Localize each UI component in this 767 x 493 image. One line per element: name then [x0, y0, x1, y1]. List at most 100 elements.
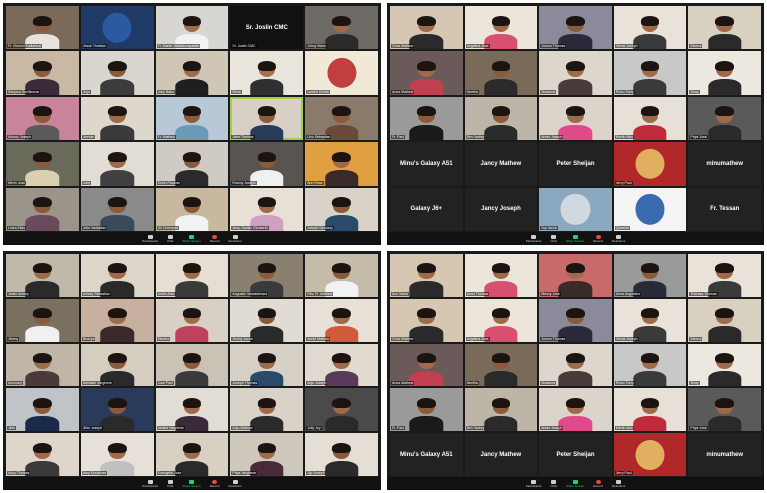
participant-video-tile[interactable]: Fr. Mathew — [155, 96, 229, 141]
participant-video-tile[interactable]: Neha — [230, 51, 304, 95]
record-button[interactable]: Record — [593, 479, 603, 488]
record-button[interactable]: Record — [210, 234, 219, 243]
participant-video-tile[interactable]: Lumen Christi — [305, 51, 378, 95]
participant-video-tile[interactable]: Fr. Paul — [390, 388, 463, 432]
participant-video-tile[interactable]: Susanna — [539, 51, 612, 95]
participant-video-tile[interactable]: Linu Sebastian — [305, 96, 378, 141]
participant-video-tile[interactable]: Johny Manu — [305, 6, 378, 50]
participant-video-tile[interactable]: Annie Mathew — [305, 298, 378, 342]
participant-video-tile[interactable]: Jijo Joseph — [305, 433, 378, 476]
reactions-button[interactable]: Reactions — [228, 234, 242, 243]
participant-video-tile[interactable]: Ashika Varghese — [155, 388, 229, 432]
participant-video-tile[interactable]: Ben Varkey — [464, 388, 538, 432]
participant-video-tile[interactable]: Priya Jose — [688, 96, 761, 141]
participant-video-tile[interactable]: Rinku Tomy — [613, 51, 687, 95]
participant-video-tile[interactable]: Blessy Jose — [539, 254, 612, 297]
participant-video-tile[interactable]: Anna Augustine — [613, 254, 687, 297]
participants-button[interactable]: Participants — [142, 234, 158, 243]
participant-video-tile[interactable]: Gil Chempan — [155, 187, 229, 231]
participant-video-tile[interactable]: Martina — [155, 298, 229, 342]
participant-video-tile[interactable]: Merlin Alex — [613, 96, 687, 141]
reactions-button[interactable]: Reactions — [228, 479, 242, 488]
participant-video-tile[interactable]: Jeny, Daniel, Elizabeth — [230, 187, 304, 231]
participant-video-tile[interactable]: Chris Mathew — [390, 6, 463, 50]
participant-video-tile[interactable]: Joby Babu — [155, 51, 229, 95]
participant-video-tile[interactable]: Jane Thomas — [230, 96, 304, 141]
participant-video-tile[interactable]: Anju Joseph — [305, 343, 378, 387]
participant-video-tile[interactable]: Jose Paul — [155, 343, 229, 387]
participant-video-tile[interactable]: Merin Jose — [6, 142, 79, 186]
participant-video-tile[interactable]: Annmary — [6, 343, 79, 387]
participant-video-tile[interactable]: Rev. Fr. Mathew — [305, 254, 378, 297]
participant-video-tile[interactable]: Peter Sheijan — [539, 433, 612, 476]
chat-button[interactable]: Chat — [167, 479, 173, 488]
participant-video-tile[interactable]: Jesse Thottam — [80, 6, 154, 50]
participant-video-tile[interactable]: Jomon Thomas — [539, 298, 612, 342]
participant-video-tile[interactable]: Jinny — [688, 343, 761, 387]
participant-video-tile[interactable]: Joby — [80, 142, 154, 186]
participant-video-tile[interactable]: Jancy Mathew — [464, 433, 538, 476]
chat-button[interactable]: Chat — [550, 234, 557, 243]
participant-video-tile[interactable]: Neetha — [464, 51, 538, 95]
participant-video-tile[interactable]: Fr. Tessan — [688, 187, 761, 231]
participant-video-tile[interactable]: Amy Kuriakose — [80, 433, 154, 476]
participant-video-tile[interactable]: Ann Maria — [390, 254, 463, 297]
participant-video-tile[interactable]: Jolly Joy — [305, 388, 378, 432]
participant-video-tile[interactable]: Sr. Joslin CMC Sr. Joslin CMC — [230, 6, 304, 50]
participant-video-tile[interactable]: Minu's Galaxy A51 — [390, 142, 463, 186]
share-screen-button[interactable]: Share Screen — [182, 479, 201, 488]
participant-video-tile[interactable]: Susanna — [539, 343, 612, 387]
participant-video-tile[interactable]: Queenie — [613, 187, 687, 231]
participant-video-tile[interactable]: Jomon Thomas — [539, 6, 612, 50]
participant-video-tile[interactable]: Evangelin Jose — [155, 433, 229, 476]
participant-video-tile[interactable]: Merlin Alex — [613, 388, 687, 432]
participant-video-tile[interactable]: Ann Rose — [305, 142, 378, 186]
reactions-button[interactable]: Reactions — [612, 479, 625, 488]
participant-video-tile[interactable]: Galaxy J6+ — [390, 187, 463, 231]
participant-video-tile[interactable]: Joseph Thomas — [230, 343, 304, 387]
participant-video-tile[interactable]: Jibin — [6, 388, 79, 432]
share-screen-button[interactable]: Share Screen — [566, 234, 584, 243]
participant-video-tile[interactable]: Jenna Joseph — [613, 298, 687, 342]
participant-video-tile[interactable]: Joseph Devassy — [305, 187, 378, 231]
chat-button[interactable]: Chat — [550, 479, 557, 488]
participant-video-tile[interactable]: Anju Mathew — [230, 388, 304, 432]
participant-video-tile[interactable]: Jisjo — [80, 51, 154, 95]
participant-video-tile[interactable]: Jenna Joseph — [613, 6, 687, 50]
participant-video-tile[interactable]: Aleena — [688, 298, 761, 342]
share-screen-button[interactable]: Share Screen — [566, 479, 584, 488]
participant-video-tile[interactable]: Jerry Paul — [613, 433, 687, 476]
participant-video-tile[interactable]: Bhavya — [80, 298, 154, 342]
participant-video-tile[interactable]: Rosmy Joseph — [230, 142, 304, 186]
participant-video-tile[interactable]: Angelina Jose — [464, 6, 538, 50]
participant-video-tile[interactable]: Sebin Paulose — [155, 142, 229, 186]
participant-video-tile[interactable]: Fr. Martin Vadakkumpadan — [155, 6, 229, 50]
participants-button[interactable]: Participants — [526, 479, 541, 488]
participants-button[interactable]: Participants — [142, 479, 158, 488]
participant-video-tile[interactable]: Jimmy — [6, 298, 79, 342]
reactions-button[interactable]: Reactions — [612, 234, 625, 243]
participant-video-tile[interactable]: Fr. Paul — [390, 96, 463, 141]
participant-video-tile[interactable]: Annie Joseph — [539, 388, 612, 432]
participant-video-tile[interactable]: Ben Varkey — [464, 96, 538, 141]
participant-video-tile[interactable]: Chris Mathew — [390, 298, 463, 342]
participant-video-tile[interactable]: Jeslin Anto — [155, 254, 229, 297]
record-button[interactable]: Record — [210, 479, 219, 488]
participant-video-tile[interactable]: Annie Joseph — [539, 96, 612, 141]
share-screen-button[interactable]: Share Screen — [182, 234, 201, 243]
participant-video-tile[interactable]: Peter Sheijan — [539, 142, 612, 186]
participant-video-tile[interactable]: minumathew — [688, 142, 761, 186]
participant-video-tile[interactable]: Annu Thomas — [464, 254, 538, 297]
participant-video-tile[interactable]: Sanjana Sunilkumar — [6, 51, 79, 95]
participant-video-tile[interactable]: Linea Elias — [6, 187, 79, 231]
chat-button[interactable]: Chat — [167, 234, 173, 243]
participant-video-tile[interactable]: Joy Jacob — [539, 187, 612, 231]
participant-video-tile[interactable]: Augustin Vadakkekara — [230, 254, 304, 297]
participant-video-tile[interactable]: Jancy Joseph — [464, 187, 538, 231]
participant-video-tile[interactable]: Neetha — [464, 343, 538, 387]
participant-video-tile[interactable]: Priya Varghese — [230, 433, 304, 476]
participant-video-tile[interactable]: minumathew — [688, 433, 761, 476]
record-button[interactable]: Record — [593, 234, 603, 243]
participant-video-tile[interactable]: Ancy Thomas — [6, 433, 79, 476]
participant-video-tile[interactable]: Minu's Galaxy A51 — [390, 433, 463, 476]
